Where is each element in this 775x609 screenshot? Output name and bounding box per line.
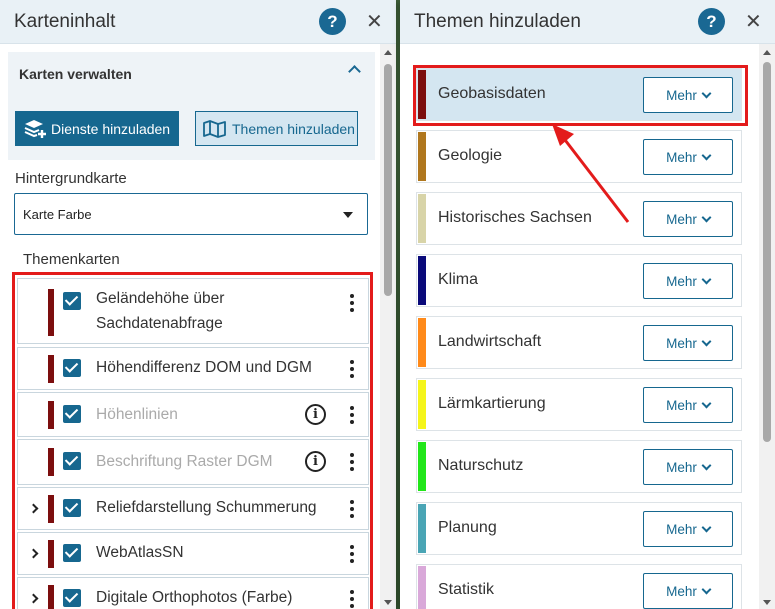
chevron-down-icon (701, 274, 712, 284)
theme-color-swatch (418, 442, 426, 491)
theme-row[interactable]: Landwirtschaft Mehr (416, 316, 742, 369)
theme-name: Planung (438, 519, 497, 536)
chevron-down-icon (701, 584, 712, 594)
theme-color-swatch (418, 504, 426, 553)
theme-color-swatch (418, 566, 426, 609)
theme-row[interactable]: Statistik Mehr (416, 564, 742, 609)
theme-name: Naturschutz (438, 457, 524, 474)
red-arrow-annotation (552, 124, 630, 223)
more-button[interactable]: Mehr (643, 325, 733, 361)
highlight-box (413, 65, 748, 126)
theme-row[interactable]: Lärmkartierung Mehr (416, 378, 742, 431)
more-button[interactable]: Mehr (643, 449, 733, 485)
theme-name: Statistik (438, 581, 495, 598)
more-button[interactable]: Mehr (643, 511, 733, 547)
more-button[interactable]: Mehr (643, 201, 733, 237)
more-button[interactable]: Mehr (643, 139, 733, 175)
more-label: Mehr (666, 149, 697, 165)
theme-color-swatch (418, 194, 426, 243)
theme-name: Klima (438, 271, 479, 288)
theme-color-swatch (418, 132, 426, 181)
chevron-down-icon (701, 460, 712, 470)
theme-name: Lärmkartierung (438, 395, 546, 412)
chevron-down-icon (701, 150, 712, 160)
theme-row[interactable]: Planung Mehr (416, 502, 742, 555)
theme-name: Geologie (438, 147, 503, 164)
theme-row[interactable]: Klima Mehr (416, 254, 742, 307)
more-label: Mehr (666, 583, 697, 599)
more-button[interactable]: Mehr (643, 263, 733, 299)
more-label: Mehr (666, 335, 697, 351)
theme-name: Landwirtschaft (438, 333, 542, 350)
theme-row[interactable]: Naturschutz Mehr (416, 440, 742, 493)
more-label: Mehr (666, 459, 697, 475)
chevron-down-icon (701, 398, 712, 408)
chevron-down-icon (701, 522, 712, 532)
chevron-down-icon (701, 212, 712, 222)
more-label: Mehr (666, 273, 697, 289)
more-button[interactable]: Mehr (643, 573, 733, 609)
theme-color-swatch (418, 318, 426, 367)
more-button[interactable]: Mehr (643, 387, 733, 423)
more-label: Mehr (666, 521, 697, 537)
theme-color-swatch (418, 256, 426, 305)
theme-color-swatch (418, 380, 426, 429)
more-label: Mehr (666, 397, 697, 413)
more-label: Mehr (666, 211, 697, 227)
chevron-down-icon (701, 336, 712, 346)
